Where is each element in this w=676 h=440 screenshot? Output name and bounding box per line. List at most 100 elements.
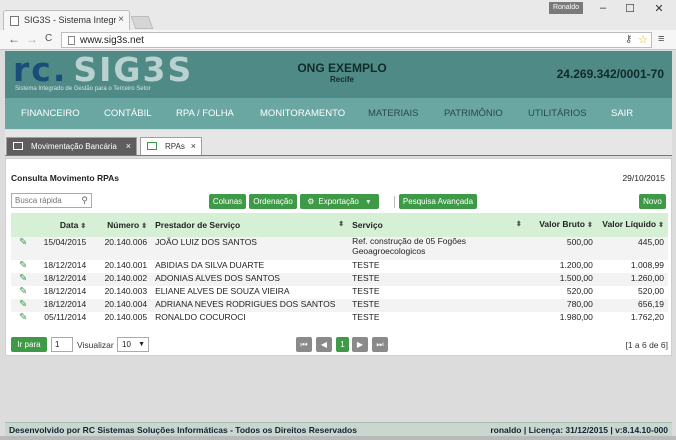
menu-item-materiais[interactable]: MATERIAIS xyxy=(368,108,419,119)
cell-data: 05/11/2014 xyxy=(44,312,87,322)
key-icon[interactable]: ⚷ xyxy=(625,34,632,45)
cell-prestador: ELIANE ALVES DE SOUZA VIEIRA xyxy=(155,286,290,296)
per-page-select[interactable]: 10 ▼ xyxy=(117,337,149,352)
reload-icon[interactable]: C xyxy=(45,33,52,44)
sort-icon: ⬍ xyxy=(338,221,345,228)
cell-prestador: ABIDIAS DA SILVA DUARTE xyxy=(155,260,265,270)
chevron-down-icon: ▼ xyxy=(138,341,145,348)
cell-data: 15/04/2015 xyxy=(35,237,91,260)
first-page-button[interactable]: ⏮ xyxy=(296,337,312,352)
colunas-button[interactable]: Colunas xyxy=(209,194,246,209)
exportacao-label: Exportação xyxy=(318,197,359,206)
header-valor-liquido[interactable]: Valor Líquido ⬍ xyxy=(596,213,668,237)
sort-icon: ⬍ xyxy=(515,221,522,228)
edit-icon[interactable]: ✎ xyxy=(11,237,36,260)
sort-icon: ⬍ xyxy=(587,221,593,229)
pager-range: [1 a 6 de 6] xyxy=(625,340,668,350)
header-edit xyxy=(11,213,36,237)
browser-menu-icon[interactable]: ≡ xyxy=(658,33,664,45)
tab-label: RPAs xyxy=(165,142,185,151)
menu-item-monitoramento[interactable]: MONITORAMENTO xyxy=(260,108,345,119)
next-page-button[interactable]: ▶ xyxy=(352,337,368,352)
table-icon xyxy=(147,142,157,150)
minimize-icon[interactable]: – xyxy=(592,2,614,14)
last-page-button[interactable]: ⏭ xyxy=(372,337,388,352)
org-name: ONG EXEMPLO xyxy=(297,61,387,75)
edit-icon[interactable]: ✎ xyxy=(11,273,36,286)
table-icon xyxy=(13,142,23,150)
address-bar[interactable]: www.sig3s.net ⚷ ☆ xyxy=(61,32,652,48)
sort-icon: ⬍ xyxy=(141,223,148,230)
cell-valor-liquido: 656,19 xyxy=(596,299,668,312)
cell-valor-bruto: 1.980,00 xyxy=(559,312,593,322)
header-prestador[interactable]: Prestador de Serviço ⬍ xyxy=(151,213,349,237)
cell-data: 18/12/2014 xyxy=(35,273,91,286)
cell-servico: Ref. construção de 05 Fogões Geoagroecol… xyxy=(348,236,526,260)
window-close-icon[interactable]: ✕ xyxy=(648,2,670,15)
header-valor-bruto[interactable]: Valor Bruto ⬍ xyxy=(525,213,597,237)
cell-prestador: JOÃO LUIZ DOS SANTOS xyxy=(151,237,349,260)
tab-close-icon[interactable]: × xyxy=(191,141,196,151)
menu-item-utilitarios[interactable]: UTILITÁRIOS xyxy=(528,108,587,119)
cell-prestador: RONALDO COCUROCI xyxy=(155,312,246,322)
panel-date: 29/10/2015 xyxy=(622,173,665,183)
cell-data: 18/12/2014 xyxy=(35,299,91,312)
logo-sig: SIG3S xyxy=(73,50,194,89)
menu-item-patrimonio[interactable]: PATRIMÔNIO xyxy=(444,108,503,119)
cell-servico: TESTE xyxy=(352,260,380,270)
table-row[interactable]: ✎ 18/12/2014 20.140.001 ABIDIAS DA SILVA… xyxy=(11,260,668,273)
menu-item-contabil[interactable]: CONTÁBIL xyxy=(104,108,152,119)
tab-rpas[interactable]: RPAs × xyxy=(140,137,202,155)
browser-toolbar: ← → C www.sig3s.net ⚷ ☆ ≡ xyxy=(0,30,676,50)
header-numero[interactable]: Número ⬍ xyxy=(90,213,152,237)
tab-close-icon[interactable]: × xyxy=(126,141,131,151)
quick-search-input[interactable] xyxy=(12,194,78,207)
table-row[interactable]: ✎ 05/11/2014 20.140.005 RONALDO COCUROCI… xyxy=(11,312,668,325)
browser-tab[interactable]: SIG3S - Sistema Integrado × xyxy=(3,10,130,30)
address-url[interactable]: www.sig3s.net xyxy=(80,35,144,46)
ordenacao-button[interactable]: Ordenação xyxy=(249,194,297,209)
menu-item-sair[interactable]: SAIR xyxy=(611,108,633,119)
pesquisa-avancada-button[interactable]: Pesquisa Avançada xyxy=(399,194,477,209)
browser-tab-title: SIG3S - Sistema Integrado xyxy=(24,15,116,25)
page-favicon-icon xyxy=(10,16,19,26)
edit-icon[interactable]: ✎ xyxy=(11,286,35,299)
page-number-input[interactable]: 1 xyxy=(51,337,73,352)
logo-rc: rc. xyxy=(13,50,68,89)
cell-numero: 20.140.001 xyxy=(104,260,148,270)
per-page-value: 10 xyxy=(122,340,131,349)
current-page-button[interactable]: 1 xyxy=(336,337,349,352)
cell-servico: TESTE xyxy=(352,312,380,322)
page-icon xyxy=(68,36,75,45)
menu-item-financeiro[interactable]: FINANCEIRO xyxy=(21,108,80,119)
edit-icon[interactable]: ✎ xyxy=(11,299,36,312)
cell-numero: 20.140.003 xyxy=(104,286,148,296)
menu-item-rpa-folha[interactable]: RPA / FOLHA xyxy=(176,108,234,119)
tab-close-icon[interactable]: × xyxy=(118,14,124,25)
cell-valor-liquido: 520,00 xyxy=(638,286,664,296)
table-row[interactable]: ✎ 15/04/2015 20.140.006 JOÃO LUIZ DOS SA… xyxy=(11,236,668,260)
new-tab-button[interactable] xyxy=(130,16,154,29)
cell-data: 18/12/2014 xyxy=(43,286,87,296)
bookmark-star-icon[interactable]: ☆ xyxy=(638,33,648,46)
header-servico[interactable]: Serviço ⬍ xyxy=(348,213,526,237)
prev-page-button[interactable]: ◀ xyxy=(316,337,332,352)
forward-arrow-icon[interactable]: → xyxy=(26,32,38,46)
cell-valor-bruto: 1.500,00 xyxy=(525,273,597,286)
tab-movimentacao-bancaria[interactable]: Movimentação Bancária × xyxy=(6,137,137,155)
header-data[interactable]: Data ⬍ xyxy=(35,213,91,237)
back-arrow-icon[interactable]: ← xyxy=(8,32,20,46)
table-row[interactable]: ✎ 18/12/2014 20.140.002 ADONIAS ALVES DO… xyxy=(11,273,668,286)
search-icon[interactable]: ⚲ xyxy=(81,195,88,206)
maximize-icon[interactable]: ☐ xyxy=(619,2,641,15)
table-row[interactable]: ✎ 18/12/2014 20.140.004 ADRIANA NEVES RO… xyxy=(11,299,668,312)
pager: Ir para 1 Visualizar 10 ▼ ⏮ ◀ 1 ▶ ⏭ [1 a… xyxy=(11,337,668,353)
edit-icon[interactable]: ✎ xyxy=(11,312,35,325)
cell-valor-bruto: 1.200,00 xyxy=(559,260,593,270)
ir-para-button[interactable]: Ir para xyxy=(11,337,47,352)
profile-badge[interactable]: Ronaldo xyxy=(549,2,583,14)
edit-icon[interactable]: ✎ xyxy=(11,260,35,273)
exportacao-button[interactable]: ⚙ Exportação ▼ xyxy=(300,194,379,209)
table-row[interactable]: ✎ 18/12/2014 20.140.003 ELIANE ALVES DE … xyxy=(11,286,668,299)
novo-button[interactable]: Novo xyxy=(639,194,666,209)
